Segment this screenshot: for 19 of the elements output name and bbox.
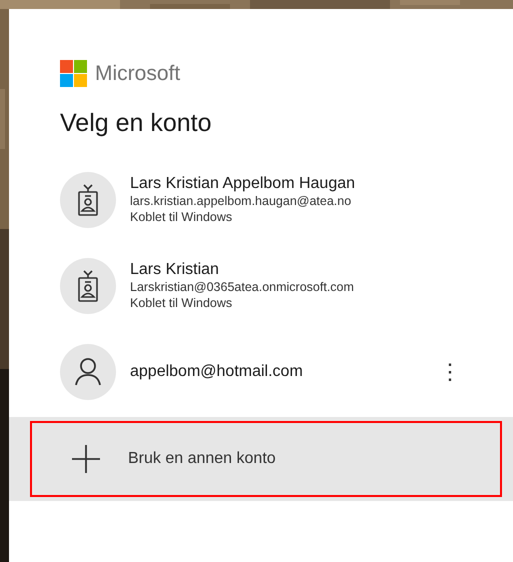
brand-name: Microsoft [95, 63, 180, 84]
account-item[interactable]: appelbom@hotmail.com ⋮ [9, 328, 513, 414]
logo-icon [60, 60, 87, 87]
badge-icon [77, 270, 99, 302]
account-status: Koblet til Windows [130, 296, 234, 312]
badge-icon [77, 184, 99, 216]
add-account-item[interactable]: Bruk en annen konto [9, 416, 513, 500]
person-icon [75, 358, 101, 386]
more-button[interactable]: ⋮ [435, 360, 465, 382]
account-name: Lars Kristian [130, 260, 220, 280]
account-item[interactable]: Lars Kristian Appelbom Haugan lars.kristian.appelbom.haugan@atea.no Koblet til Windows [9, 156, 513, 242]
account-email: Larskristian@0365atea.onmicrosoft.com [130, 280, 354, 296]
plus-icon [71, 444, 101, 474]
account-email: appelbom@hotmail.com [130, 362, 303, 382]
account-email: lars.kristian.appelbom.haugan@atea.no [130, 194, 352, 210]
account-status: Koblet til Windows [130, 210, 234, 226]
account-item[interactable]: Lars Kristian Larskristian@0365atea.onmicrosoft.com Koblet til Windows [9, 242, 513, 328]
page-title: Velg en konto [59, 108, 213, 139]
account-name: Lars Kristian Appelbom Haugan [130, 174, 356, 194]
